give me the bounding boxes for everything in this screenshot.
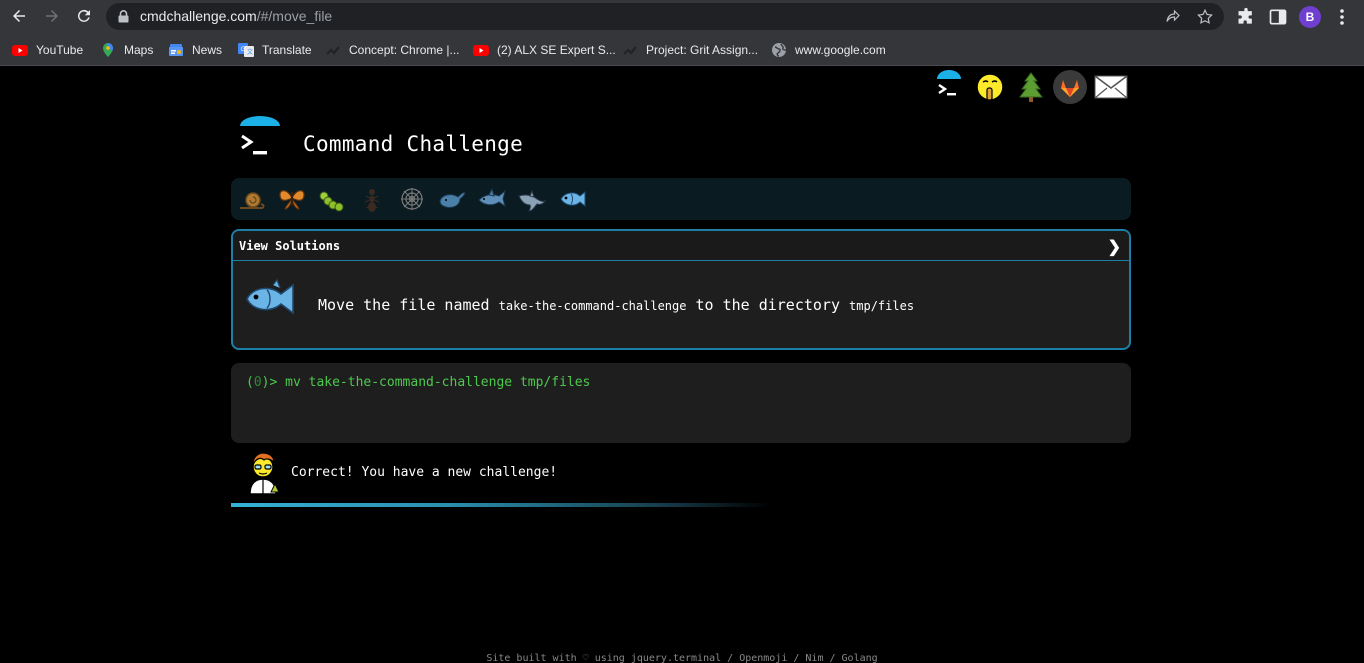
back-arrow-icon — [13, 10, 25, 22]
bookmark-concept-chrome[interactable]: Concept: Chrome |... — [325, 41, 460, 58]
bookmark-alx-se[interactable]: (2) ALX SE Expert S... — [473, 41, 616, 58]
forward-arrow-icon — [46, 10, 58, 22]
youtube-icon — [473, 44, 489, 56]
project-page-icon — [623, 45, 637, 55]
fish-icon[interactable] — [557, 184, 587, 214]
challenge-text-prefix: Move the file named — [318, 296, 499, 314]
web-icon[interactable] — [397, 184, 427, 214]
bookmark-label: Maps — [124, 42, 154, 57]
extensions-puzzle-icon[interactable] — [1236, 7, 1256, 27]
fish-icon — [246, 278, 294, 315]
shushing-face-icon — [976, 73, 1004, 101]
chevron-right-icon: ❯ — [1107, 239, 1121, 256]
bookmarks-bar: YouTube Maps News G文 Translate Concept: … — [0, 33, 1364, 66]
back-button[interactable] — [8, 5, 30, 27]
challenge-progress-bar — [231, 503, 771, 507]
concept-page-icon — [326, 45, 340, 55]
lock-icon — [118, 10, 129, 23]
cmdchallenge-home-link[interactable] — [932, 70, 966, 104]
page-title: Command Challenge — [303, 132, 524, 156]
bookmark-label: Concept: Chrome |... — [349, 42, 460, 57]
bookmark-news[interactable]: News — [168, 41, 222, 58]
gitlab-link[interactable] — [1053, 70, 1087, 104]
result-message: Correct! You have a new challenge! — [291, 465, 558, 480]
site-footer: Site built with ♡ using jquery.terminal … — [486, 653, 878, 663]
kebab-menu-icon[interactable] — [1334, 7, 1350, 27]
tree-icon — [1019, 72, 1043, 102]
email-link[interactable] — [1094, 70, 1128, 104]
challenge-file-name: take-the-command-challenge — [498, 299, 687, 313]
forward-button[interactable] — [41, 5, 63, 27]
globe-icon — [772, 42, 787, 57]
view-solutions-toggle[interactable]: View Solutions ❯ — [233, 231, 1129, 261]
prompt-close: )> — [261, 375, 278, 390]
share-icon[interactable] — [1164, 8, 1182, 26]
ant-icon[interactable] — [357, 184, 387, 214]
bookmark-youtube[interactable]: YouTube — [12, 41, 83, 58]
url-host: cmdchallenge.com — [140, 8, 257, 24]
prompt-exit-code: 0 — [253, 375, 262, 390]
view-solutions-label: View Solutions — [239, 239, 341, 253]
url-path: /#/move_file — [256, 8, 333, 24]
bookmark-label: Project: Grit Assign... — [646, 42, 759, 57]
youtube-icon — [12, 44, 28, 56]
bookmark-star-icon[interactable] — [1196, 8, 1214, 26]
prompt-open: ( — [246, 375, 254, 390]
bookmark-label: YouTube — [36, 42, 84, 57]
maps-pin-icon — [103, 42, 113, 57]
reload-button[interactable] — [73, 5, 95, 27]
challenge-description: Move the file named take-the-command-cha… — [318, 296, 914, 314]
whale-icon[interactable] — [437, 184, 467, 214]
challenge-dir-name: tmp/files — [849, 299, 915, 313]
dolphin-icon[interactable] — [517, 184, 547, 214]
tree-link[interactable] — [1014, 70, 1048, 104]
bookmark-google[interactable]: www.google.com — [771, 41, 886, 58]
svg-text:G: G — [241, 46, 246, 53]
gitlab-icon — [1053, 70, 1087, 104]
side-panel-icon[interactable] — [1268, 7, 1288, 27]
terminal-console[interactable]: (0)> mv take-the-command-challenge tmp/f… — [231, 363, 1131, 443]
browser-toolbar: cmdchallenge.com/#/move_file B — [0, 0, 1364, 33]
snail-icon[interactable] — [237, 184, 267, 214]
butterfly-icon[interactable] — [277, 184, 307, 214]
profile-avatar[interactable]: B — [1299, 6, 1321, 28]
level-icons-bar — [231, 178, 1131, 220]
google-news-icon — [169, 43, 183, 56]
terminal-command-line: (0)> mv take-the-command-challenge tmp/f… — [246, 375, 590, 390]
command-challenge-logo-icon — [240, 116, 280, 155]
svg-text:文: 文 — [247, 48, 253, 56]
shushing-face-link[interactable] — [973, 70, 1007, 104]
caterpillar-icon[interactable] — [317, 184, 347, 214]
bookmark-label: (2) ALX SE Expert S... — [497, 42, 616, 57]
reload-icon — [77, 9, 90, 22]
terminal-command: mv take-the-command-challenge tmp/files — [285, 375, 591, 390]
bookmark-translate[interactable]: G文 Translate — [238, 41, 312, 58]
envelope-icon — [1094, 75, 1128, 99]
url-text: cmdchallenge.com/#/move_file — [140, 8, 332, 24]
terminal-logo-icon — [937, 70, 961, 96]
google-translate-icon: G文 — [238, 42, 254, 57]
bookmark-label: www.google.com — [795, 42, 886, 57]
bookmark-label: Translate — [262, 42, 312, 57]
shark-icon[interactable] — [477, 184, 507, 214]
address-bar[interactable]: cmdchallenge.com/#/move_file — [106, 3, 1224, 30]
challenge-card: View Solutions ❯ Move the file named tak… — [231, 229, 1131, 350]
bookmark-label: News — [192, 42, 223, 57]
bookmark-project-grit[interactable]: Project: Grit Assign... — [622, 41, 758, 58]
challenge-text-middle: to the directory — [686, 296, 850, 314]
bookmark-maps[interactable]: Maps — [100, 41, 153, 58]
scientist-icon — [249, 452, 280, 494]
